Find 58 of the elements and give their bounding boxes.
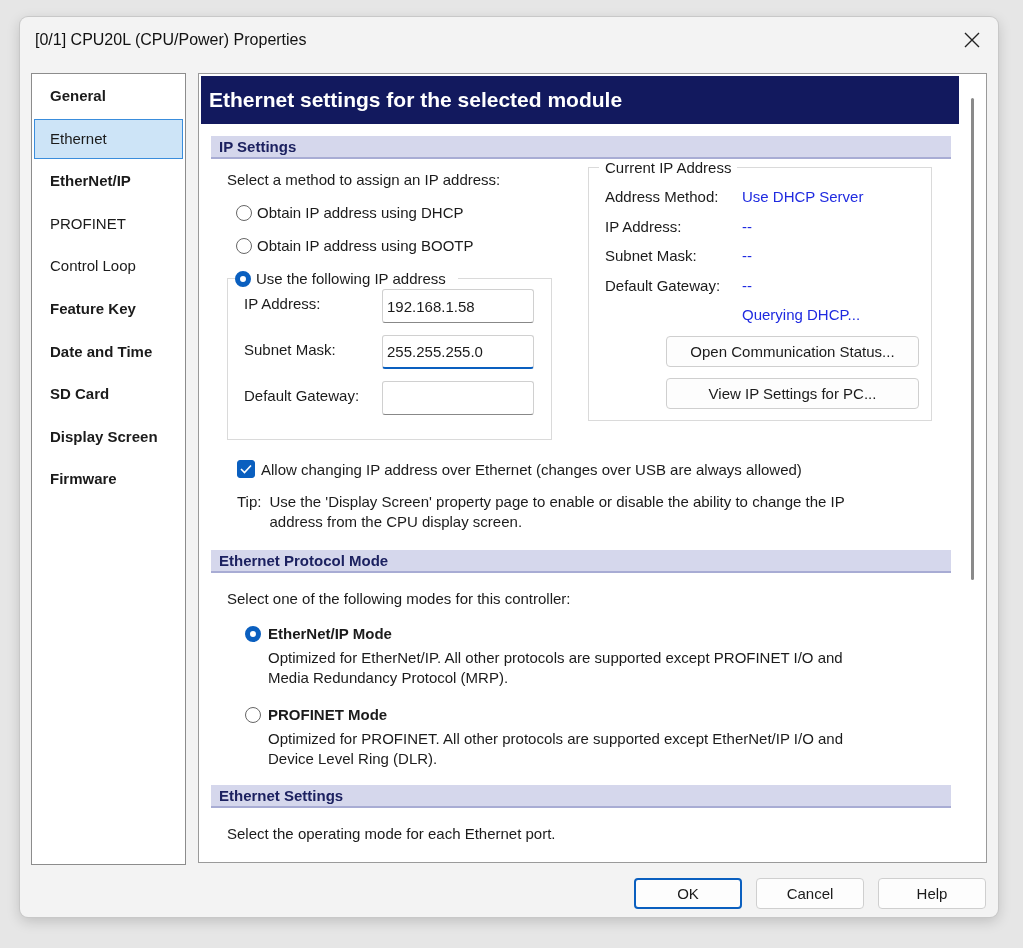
status-text: Querying DHCP...: [742, 306, 861, 324]
radio-icon[interactable]: [236, 204, 252, 221]
mode-description: Optimized for PROFINET. All other protocols are supported except EtherNet/IP I/O and Device Level Ring (DLR).: [268, 729, 844, 769]
dialog-button[interactable]: Cancel: [756, 878, 864, 909]
dialog-button[interactable]: OK: [634, 878, 742, 909]
radio-icon[interactable]: [235, 270, 251, 287]
sidebar-item[interactable]: Date and Time: [34, 331, 183, 373]
close-icon[interactable]: [964, 32, 980, 48]
info-value: --: [742, 247, 752, 265]
input-field[interactable]: [382, 381, 534, 415]
radio-option[interactable]: PROFINET Mode: [245, 706, 959, 723]
sidebar-item[interactable]: Display Screen: [34, 416, 183, 458]
action-button[interactable]: Open Communication Status...: [666, 335, 919, 367]
sidebar-item[interactable]: Feature Key: [34, 288, 183, 330]
info-label: IP Address:: [605, 217, 683, 235]
radio-option[interactable]: Obtain IP address using BOOTP: [236, 237, 552, 254]
sidebar-item[interactable]: Control Loop: [34, 246, 183, 287]
sidebar-item[interactable]: Firmware: [34, 459, 183, 500]
input-field[interactable]: 192.168.1.58: [382, 289, 534, 323]
info-label: Default Gateway:: [605, 276, 722, 294]
radio-icon[interactable]: [245, 706, 261, 723]
tip-text: Use the 'Display Screen' property page to enable or disable the ability to change the IP address from the CPU display screen.: [269, 492, 846, 532]
field-label: Subnet Mask:: [244, 340, 337, 358]
info-value: --: [742, 276, 752, 294]
info-value: Use DHCP Server: [742, 188, 864, 206]
sidebar-item[interactable]: EtherNet/IP: [34, 161, 183, 202]
radio-icon[interactable]: [245, 625, 261, 642]
prompt-text: Select the operating mode for each Ethernet port.: [227, 825, 557, 842]
section-heading: Ethernet Settings: [211, 785, 951, 808]
radio-option[interactable]: Obtain IP address using DHCP: [236, 204, 552, 221]
info-label: Subnet Mask:: [605, 247, 698, 265]
dialog-button[interactable]: Help: [878, 878, 986, 909]
sidebar-item[interactable]: SD Card: [34, 374, 183, 415]
sidebar-item[interactable]: PROFINET: [34, 203, 183, 245]
checkbox[interactable]: [237, 460, 255, 478]
prompt-text: Select a method to assign an IP address:: [227, 171, 502, 188]
info-value: --: [742, 217, 752, 235]
sidebar-item[interactable]: Ethernet: [34, 118, 183, 160]
info-label: Address Method:: [605, 188, 720, 206]
window-title: [0/1] CPU20L (CPU/Power) Properties: [35, 31, 307, 49]
radio-icon[interactable]: [236, 237, 252, 254]
prompt-text: Select one of the following modes for this controller:: [227, 590, 572, 607]
scrollbar-thumb[interactable]: [971, 98, 974, 580]
tip-label: Tip:: [237, 492, 262, 512]
checkbox-option[interactable]: Allow changing IP address over Ethernet (changes over USB are always allowed): [237, 460, 959, 478]
field-label: IP Address:: [244, 294, 322, 312]
input-field[interactable]: 255.255.255.0: [382, 335, 534, 369]
group-legend: Current IP Address: [599, 159, 738, 176]
section-heading: Ethernet Protocol Mode: [211, 550, 951, 573]
field-label: Default Gateway:: [244, 386, 361, 404]
action-button[interactable]: View IP Settings for PC...: [666, 377, 919, 409]
section-heading: IP Settings: [211, 136, 951, 159]
sidebar-item[interactable]: General: [34, 76, 183, 117]
page-title: Ethernet settings for the selected module: [201, 76, 959, 124]
radio-option[interactable]: EtherNet/IP Mode: [245, 625, 959, 642]
mode-description: Optimized for EtherNet/IP. All other protocols are supported except PROFINET I/O and Media Redundancy Protocol (MRP).: [268, 648, 844, 688]
radio-option[interactable]: Use the following IP address: [235, 270, 446, 287]
checkmark-icon: [240, 464, 252, 474]
